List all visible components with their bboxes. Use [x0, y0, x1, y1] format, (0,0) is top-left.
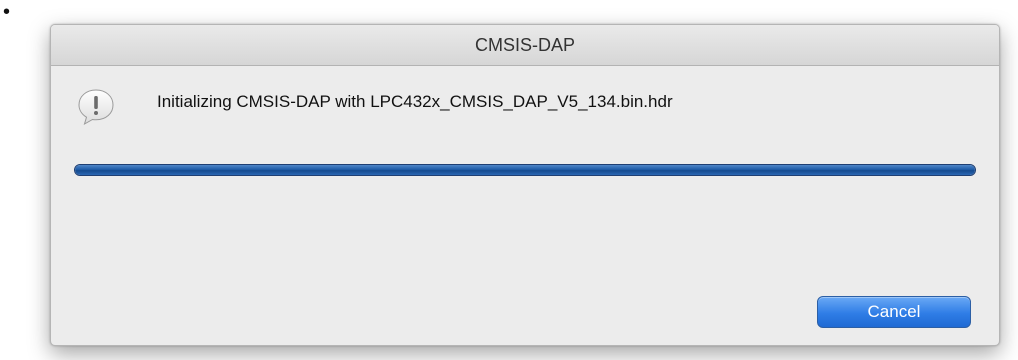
- dialog-title: CMSIS-DAP: [474, 34, 575, 55]
- cancel-button[interactable]: Cancel: [817, 296, 971, 328]
- progress-dialog: CMSIS-DAP Initializing CMSIS-DAP with LP…: [50, 24, 1000, 346]
- status-message: Initializing CMSIS-DAP with LPC432x_CMSI…: [157, 92, 673, 111]
- progress-bar-fill: [75, 165, 975, 175]
- bullet-mark: •: [3, 1, 11, 23]
- dialog-body: Initializing CMSIS-DAP with LPC432x_CMSI…: [51, 66, 999, 345]
- alert-speech-bubble-icon: [77, 88, 115, 126]
- progress-bar: [74, 164, 976, 176]
- dialog-titlebar: CMSIS-DAP: [51, 25, 999, 66]
